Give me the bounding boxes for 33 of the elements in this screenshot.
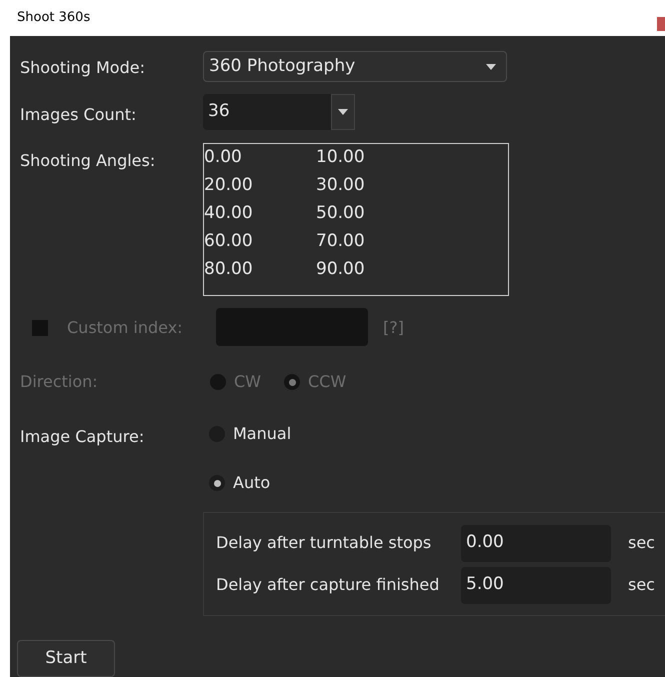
list-item: 70.00 — [316, 230, 365, 254]
unit-label: sec — [628, 532, 655, 554]
field-label: Custom index: — [67, 317, 183, 339]
list-item: 30.00 — [316, 174, 365, 198]
input-field[interactable]: 5.00 — [461, 566, 611, 604]
dropdown-caret-icon — [338, 109, 348, 115]
field-label: Shooting Mode: — [20, 57, 145, 79]
list-item: 10.00 — [316, 146, 365, 170]
radio-option[interactable]: Manual — [209, 422, 292, 446]
field-label: Direction: — [20, 371, 98, 393]
dropdown-caret-icon — [486, 64, 496, 70]
list-item: 60.00 — [204, 230, 254, 254]
list-item: 20.00 — [204, 174, 254, 198]
list-item: 40.00 — [204, 202, 254, 226]
radio-option[interactable]: Auto — [209, 471, 270, 495]
list-item: 80.00 — [204, 258, 254, 282]
start-button[interactable]: Start — [17, 640, 115, 677]
field-label: Delay after capture finished — [216, 574, 440, 596]
list-item: 50.00 — [316, 202, 365, 226]
input-field[interactable] — [216, 308, 368, 346]
field-label: Delay after turntable stops — [216, 532, 432, 554]
close-button[interactable] — [657, 17, 665, 31]
input-field[interactable]: 0.00 — [461, 524, 611, 562]
angles-list[interactable]: 0.00 10.00 20.00 30.00 40.00 50.00 60.00 70.00 80.00 90.00 — [203, 143, 509, 296]
window-title: Shoot 360s — [17, 9, 90, 28]
field-label: Shooting Angles: — [20, 150, 156, 172]
list-item: 90.00 — [316, 258, 365, 282]
dropdown[interactable]: 36 — [203, 94, 355, 130]
field-label: Images Count: — [20, 104, 136, 126]
field-label: Image Capture: — [20, 426, 144, 448]
dropdown[interactable]: 360 Photography — [203, 51, 507, 82]
unit-label: sec — [628, 574, 655, 596]
list-item: 0.00 — [204, 146, 243, 170]
